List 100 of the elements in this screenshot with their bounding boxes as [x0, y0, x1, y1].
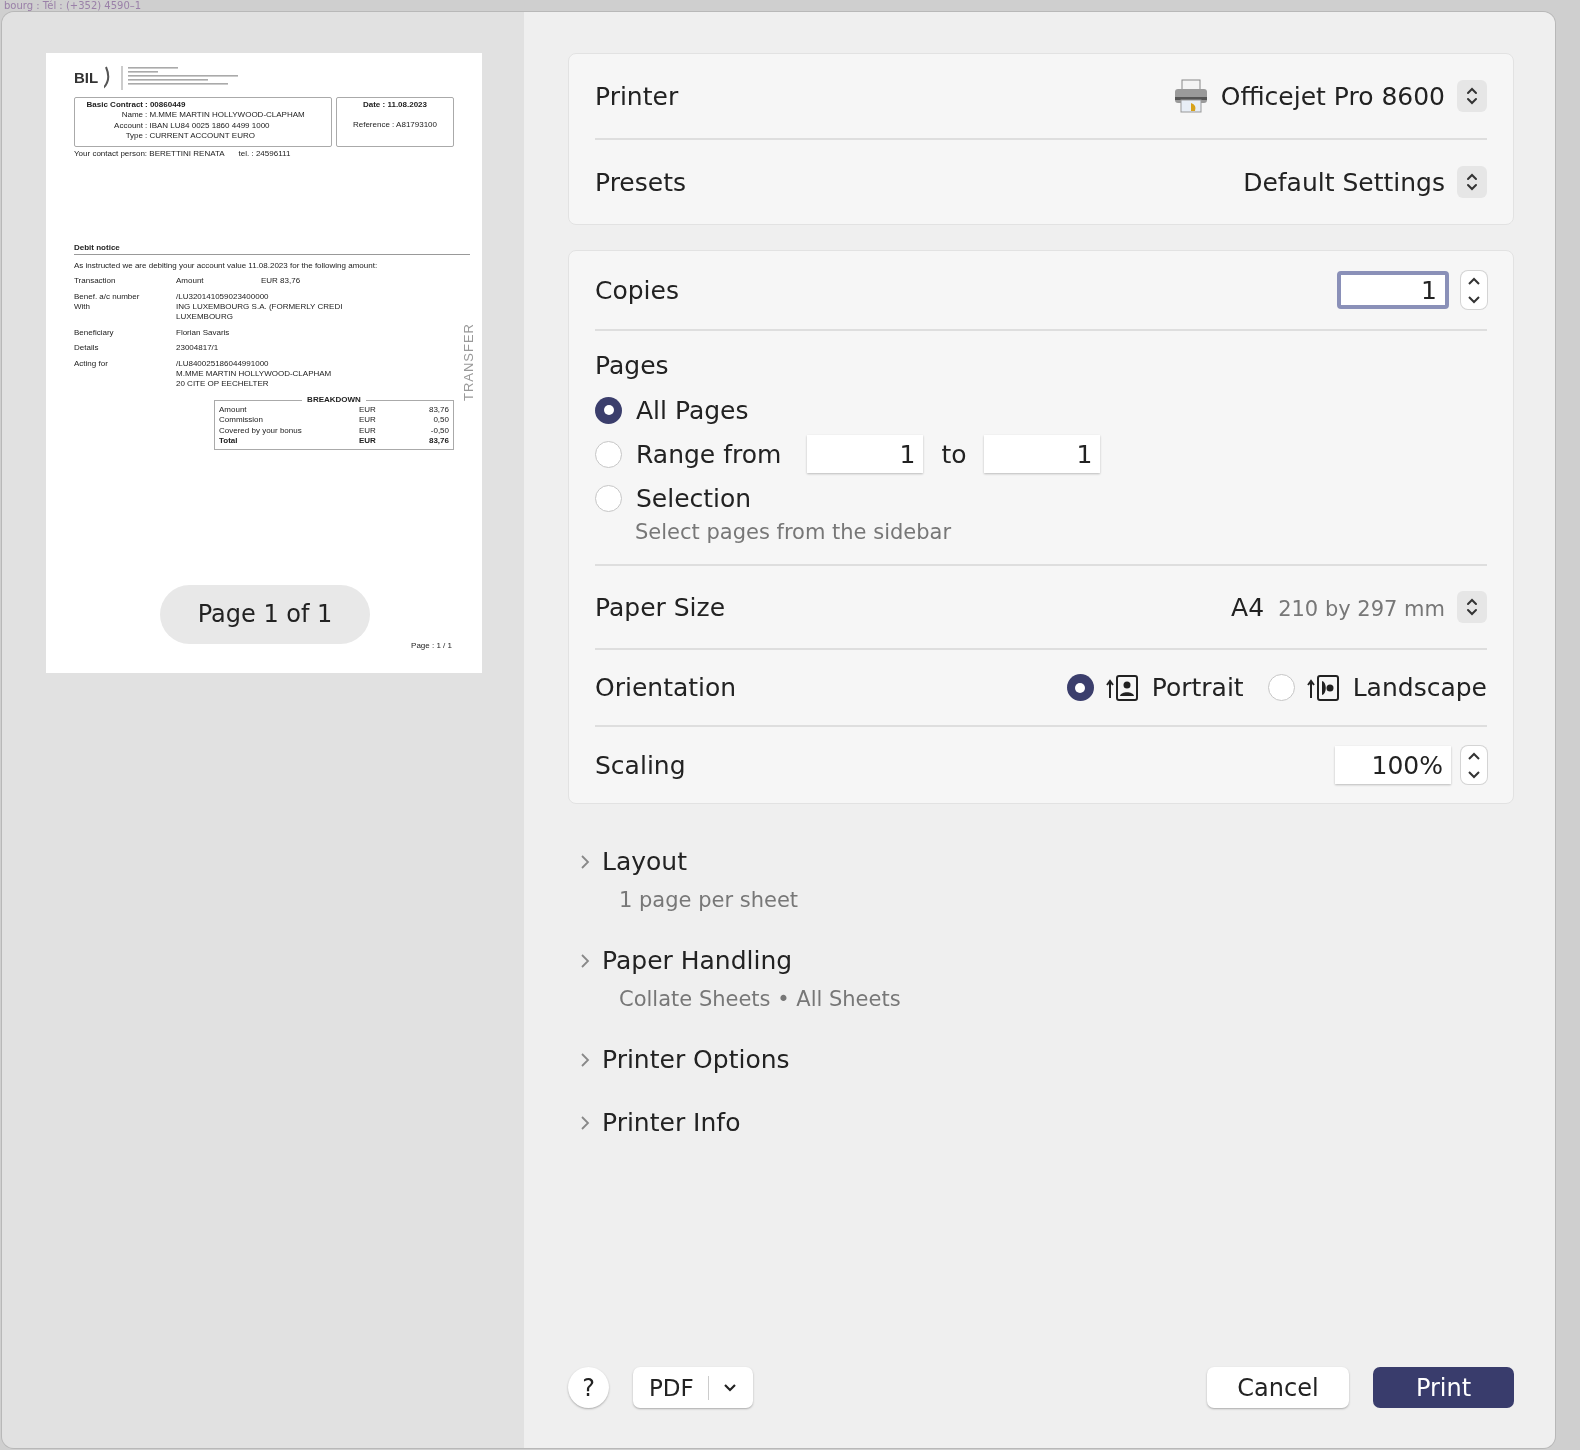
breakdown-label: Total — [219, 436, 239, 447]
row-value: LUXEMBOURG — [176, 312, 233, 323]
printer-popup[interactable]: Officejet Pro 8600 — [1172, 78, 1487, 114]
copies-field[interactable]: 1 — [1337, 271, 1449, 309]
option-label[interactable]: Portrait — [1151, 673, 1244, 702]
side-text: TRANSFER — [461, 323, 478, 402]
radio-button[interactable] — [595, 484, 622, 512]
selection-hint: Select pages from the sidebar — [635, 520, 953, 544]
section-header[interactable]: Paper Handling — [580, 946, 1514, 975]
option-label[interactable]: Range from — [636, 439, 782, 469]
orientation-label: Orientation — [595, 673, 737, 702]
breakdown-amount: 83,76 — [428, 436, 449, 447]
page-number: Page : 1 / 1 — [411, 640, 452, 651]
chevron-right-icon — [580, 952, 590, 969]
paper-size-label: Paper Size — [595, 592, 726, 622]
option-label[interactable]: Landscape — [1352, 673, 1487, 702]
option-label[interactable]: All Pages — [636, 395, 749, 425]
field-label: Type — [124, 131, 143, 142]
row-label: Acting for — [74, 358, 108, 369]
chevron-right-icon — [580, 1051, 590, 1068]
contact-phone: tel. : 24596111 — [238, 149, 291, 160]
transaction-amount: EUR 83,76 — [261, 276, 301, 287]
landscape-icon — [1306, 673, 1341, 702]
portrait-icon — [1105, 673, 1140, 702]
chevrons-icon — [1465, 171, 1479, 193]
notice-title: Debit notice — [74, 243, 470, 255]
field-value: : M.MME MARTIN HOLLYWOOD-CLAPHAM — [145, 110, 305, 121]
help-button[interactable]: ? — [568, 1367, 609, 1408]
background-text: bourg : Tél : (+352) 4590–1 — [4, 0, 142, 12]
presets-popup[interactable]: Default Settings — [1243, 166, 1487, 198]
chevron-right-icon — [580, 853, 590, 870]
bank-logo: BIL — [74, 68, 99, 88]
breakdown-currency: EUR — [359, 425, 377, 437]
chevron-right-icon — [580, 1114, 590, 1131]
copies-label: Copies — [595, 275, 679, 305]
stepper[interactable] — [1461, 746, 1487, 784]
row-value: /LU840025186044991000 — [176, 358, 269, 369]
field-label: Account — [113, 120, 143, 132]
row-value: Florian Savaris — [176, 327, 230, 339]
cancel-button[interactable]: Cancel — [1207, 1367, 1349, 1408]
chevron-down-icon — [1467, 294, 1481, 305]
row-label: Benef. a/c number — [74, 291, 140, 302]
scaling-field[interactable]: 100% — [1335, 746, 1451, 784]
scaling-label: Scaling — [595, 750, 686, 780]
breakdown-currency: EUR — [359, 415, 377, 426]
field-value: : IBAN LU84 0025 1860 4499 1000 — [145, 120, 270, 132]
presets-label: Presets — [595, 167, 686, 197]
row-value: Amount — [176, 276, 204, 287]
chevrons-icon — [1465, 596, 1479, 618]
row-label: Beneficiary — [74, 327, 114, 339]
pages-label: Pages — [595, 351, 670, 380]
print-button[interactable]: Print — [1373, 1367, 1514, 1408]
section-summary: 1 page per sheet — [619, 888, 800, 912]
chevron-up-icon — [1467, 750, 1481, 761]
row-value: ING LUXEMBOURG S.A. (FORMERLY CREDI — [176, 301, 343, 313]
breakdown-amount: 0,50 — [433, 415, 449, 426]
stepper[interactable] — [1461, 271, 1487, 309]
row-label: Transaction — [74, 276, 116, 287]
option-label[interactable]: Selection — [636, 483, 752, 513]
breakdown-label: Covered by your bonus — [219, 425, 303, 437]
notice-intro: As instructed we are debiting your account value 11.08.2023 for the following amount: — [74, 260, 378, 270]
chevron-up-icon — [1467, 275, 1481, 286]
radio-button[interactable] — [595, 396, 622, 424]
paper-size-popup[interactable]: A4 210 by 297 mm — [1231, 591, 1487, 623]
range-to-field[interactable]: 1 — [984, 435, 1101, 473]
radio-button[interactable] — [1066, 674, 1094, 701]
row-label: Details — [74, 343, 99, 354]
range-to-label: to — [941, 439, 967, 469]
field-label: Name — [120, 110, 143, 121]
section-header[interactable]: Layout — [580, 847, 1514, 876]
contact-person: Your contact person: BERETTINI RENATA — [74, 149, 225, 160]
contract-label: Basic Contract — [85, 100, 143, 111]
chevrons-icon — [1465, 85, 1479, 107]
section-header[interactable]: Printer Info — [580, 1108, 1514, 1137]
range-from-field[interactable]: 1 — [807, 435, 924, 473]
row-value: /LU320141059023400000 — [176, 291, 269, 302]
breakdown-label: Amount — [219, 405, 248, 416]
row-label: With — [74, 301, 90, 313]
page-indicator: Page 1 of 1 — [160, 585, 370, 644]
section-summary: Collate Sheets • All Sheets — [619, 987, 902, 1011]
breakdown-currency: EUR — [359, 405, 377, 416]
row-value: M.MME MARTIN HOLLYWOOD-CLAPHAM — [176, 368, 332, 380]
radio-button[interactable] — [595, 440, 622, 468]
field-value: : CURRENT ACCOUNT EURO — [145, 131, 255, 142]
pdf-button[interactable]: PDF — [633, 1367, 753, 1408]
radio-button[interactable] — [1267, 674, 1295, 701]
section-header[interactable]: Printer Options — [580, 1045, 1514, 1074]
breakdown-label: Commission — [219, 415, 264, 426]
document-reference: Reference : A81793100 — [352, 120, 438, 131]
caret-icon — [722, 1382, 737, 1393]
row-value: 20 CITE OP EECHELTER — [176, 379, 269, 390]
breakdown-amount: 83,76 — [428, 405, 449, 416]
chevron-down-icon — [1467, 769, 1481, 780]
row-value: 23004817/1 — [176, 343, 219, 354]
breakdown-currency: EUR — [359, 436, 377, 447]
printer-icon — [1172, 78, 1209, 114]
breakdown-amount: -0,50 — [430, 425, 449, 437]
contract-value: : 00860449 — [145, 100, 186, 111]
document-date: Date : 11.08.2023 — [362, 100, 427, 111]
printer-label: Printer — [595, 81, 679, 111]
